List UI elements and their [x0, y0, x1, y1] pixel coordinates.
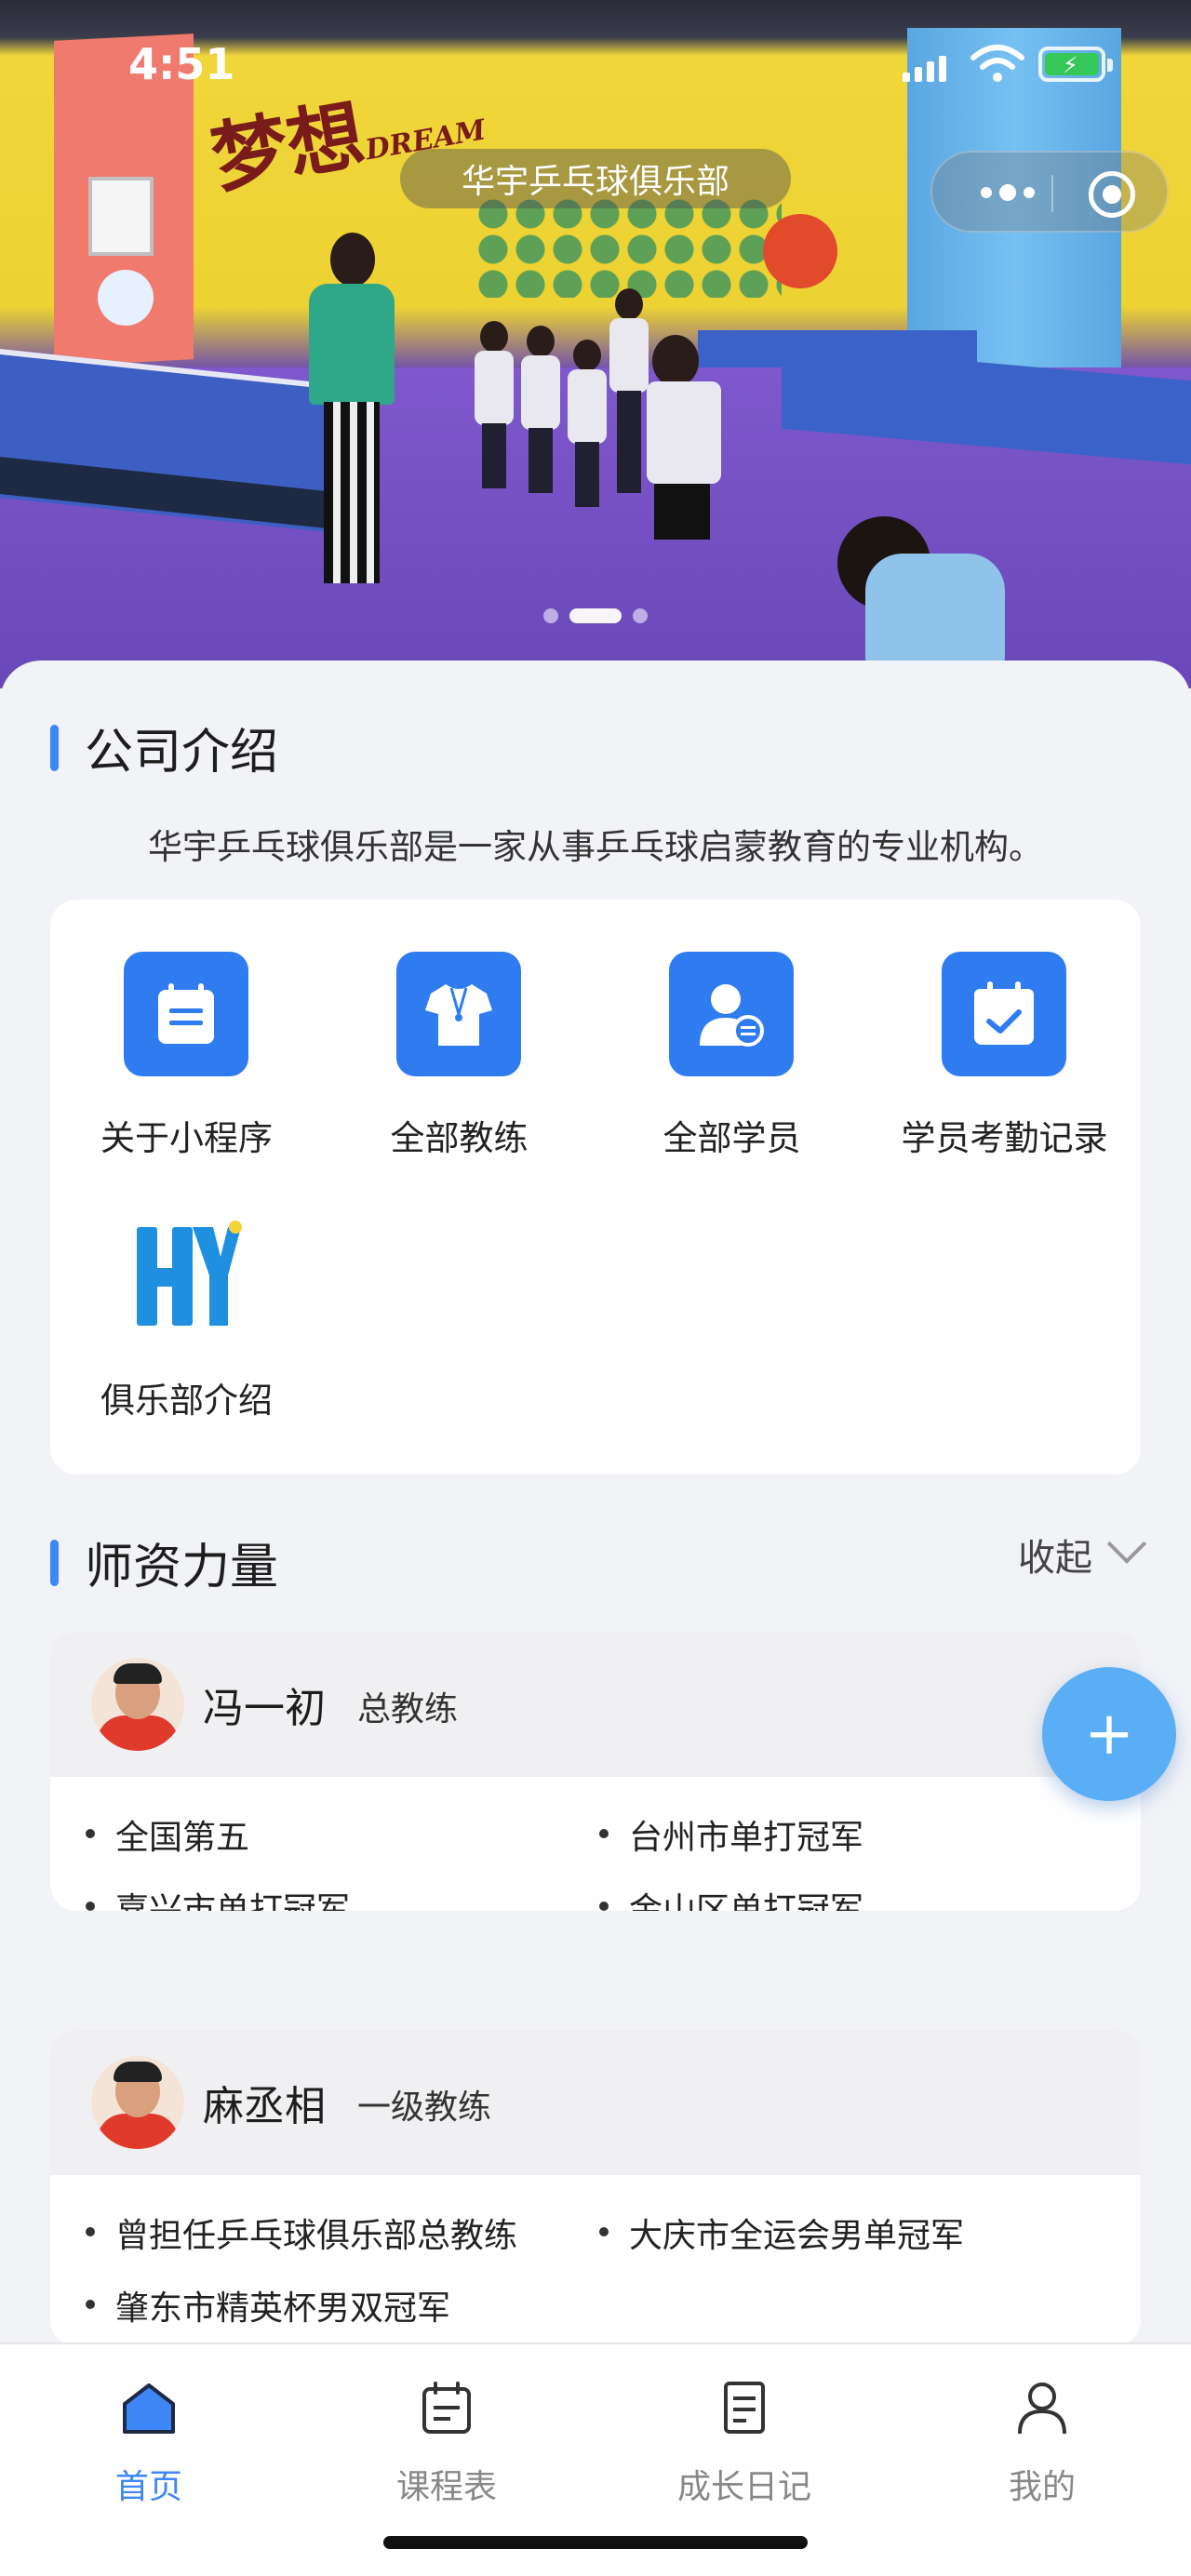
- add-button[interactable]: +: [1042, 1667, 1176, 1801]
- diary-icon: [724, 2382, 765, 2434]
- battery-icon: ⚡: [1038, 47, 1113, 82]
- honor-item: 全国第五: [76, 1810, 249, 1859]
- section-accent-bar: [50, 724, 59, 771]
- home-icon: [123, 2383, 175, 2434]
- banner-wall-tree: [98, 270, 154, 326]
- tab-label: 课程表: [395, 2468, 497, 2506]
- company-intro: 华宇乒乓球俱乐部是一家从事乒乓球启蒙教育的专业机构。: [148, 827, 1043, 867]
- banner-kid: [609, 288, 649, 502]
- calendar-check-icon: [942, 952, 1066, 1076]
- cellular-signal-icon: [903, 54, 946, 82]
- jersey-icon: [396, 952, 521, 1076]
- menu-item-label: 全部学员: [662, 1118, 801, 1158]
- collapse-label: 收起: [1018, 1537, 1092, 1580]
- page-title: 华宇乒乓球俱乐部: [400, 149, 791, 208]
- banner-paddle-decor: [763, 214, 837, 288]
- section-accent-bar: [50, 1539, 59, 1586]
- menu-item-label: 全部教练: [390, 1118, 529, 1158]
- collapse-toggle[interactable]: 收起: [1018, 1524, 1147, 1582]
- section-header-coaches: 师资力量: [50, 1528, 278, 1597]
- coach-honor-list: 全国第五 台州市单打冠军 嘉兴市单打冠军 金山区单打冠军: [50, 1777, 1141, 1911]
- menu-item-students[interactable]: 全部学员: [596, 900, 868, 1158]
- more-icon[interactable]: [966, 153, 1050, 233]
- tab-schedule[interactable]: 课程表: [298, 2361, 596, 2510]
- coach-role: 总教练: [357, 1690, 459, 1728]
- section-title: 公司介绍: [85, 725, 279, 781]
- tab-label: 我的: [1008, 2468, 1076, 2506]
- profile-icon: [1018, 2382, 1066, 2435]
- honor-item: 大庆市全运会男单冠军: [590, 2209, 964, 2257]
- coach-name: 麻丞相: [203, 2083, 326, 2130]
- chevron-down-icon: [1106, 1524, 1147, 1564]
- avatar: [91, 2056, 184, 2149]
- club-logo-icon: [137, 1221, 242, 1326]
- banner-kid: [521, 326, 560, 493]
- coach-name: 冯一初: [203, 1685, 326, 1732]
- coach-role: 一级教练: [357, 2089, 492, 2127]
- banner-kid: [568, 340, 607, 507]
- honor-item: 肇东市精英杯男双冠军: [76, 2281, 450, 2329]
- banner-kid: [647, 335, 721, 642]
- tab-profile[interactable]: 我的: [893, 2361, 1191, 2510]
- carousel-dot-active[interactable]: [569, 608, 622, 623]
- miniprogram-capsule[interactable]: [930, 151, 1169, 233]
- coach-card-header: 冯一初 总教练: [50, 1632, 1141, 1777]
- carousel-dot[interactable]: [633, 608, 648, 623]
- honor-item: 嘉兴市单打冠军: [76, 1883, 350, 1911]
- banner-hex-wall: [475, 195, 782, 298]
- coach-card[interactable]: 冯一初 总教练 全国第五 台州市单打冠军 嘉兴市单打冠军 金山区单打冠军: [50, 1632, 1141, 1911]
- menu-item-coaches[interactable]: 全部教练: [323, 900, 596, 1158]
- capsule-divider: [1051, 175, 1053, 212]
- carousel-dot[interactable]: [543, 608, 558, 623]
- banner-wall-frame: [88, 177, 154, 256]
- status-bar: 4:51 ⚡: [0, 0, 1191, 130]
- coach-card[interactable]: 麻丞相 一级教练 曾担任乒乓球俱乐部总教练 大庆市全运会男单冠军 肇东市精英杯男…: [50, 2030, 1141, 2344]
- menu-item-about[interactable]: 关于小程序: [50, 900, 323, 1158]
- menu-item-label: 关于小程序: [100, 1118, 273, 1158]
- carousel-dots[interactable]: [0, 608, 1191, 623]
- main-content: 公司介绍 华宇乒乓球俱乐部是一家从事乒乓球启蒙教育的专业机构。 关于小程序 全部…: [0, 661, 1191, 2344]
- honor-item: 台州市单打冠军: [590, 1810, 863, 1859]
- banner-kid: [475, 321, 514, 488]
- coach-honor-list: 曾担任乒乓球俱乐部总教练 大庆市全运会男单冠军 肇东市精英杯男双冠军: [50, 2175, 1141, 2328]
- menu-item-label: 俱乐部介绍: [100, 1381, 273, 1421]
- honor-item: 曾担任乒乓球俱乐部总教练: [76, 2209, 517, 2257]
- coach-card-header: 麻丞相 一级教练: [50, 2030, 1141, 2175]
- tab-diary[interactable]: 成长日记: [596, 2361, 893, 2510]
- section-header-company: 公司介绍: [50, 713, 278, 782]
- status-time: 4:51: [128, 39, 235, 89]
- tab-home[interactable]: 首页: [0, 2361, 298, 2510]
- banner-coach: [307, 233, 395, 586]
- wifi-icon: [970, 45, 1024, 82]
- schedule-icon: [422, 2382, 471, 2434]
- menu-grid: 关于小程序 全部教练 全部学员 学员考勤记录 俱乐部介绍: [50, 900, 1141, 1475]
- student-icon: [669, 952, 794, 1076]
- calendar-list-icon: [124, 952, 248, 1076]
- close-miniprogram-icon[interactable]: [1089, 171, 1135, 218]
- menu-item-club-intro[interactable]: 俱乐部介绍: [50, 1162, 323, 1421]
- menu-item-attendance[interactable]: 学员考勤记录: [868, 900, 1141, 1158]
- home-indicator[interactable]: [383, 2536, 808, 2549]
- tab-label: 首页: [114, 2468, 182, 2506]
- avatar: [91, 1658, 184, 1751]
- section-title: 师资力量: [85, 1540, 279, 1595]
- tab-label: 成长日记: [676, 2468, 811, 2506]
- menu-item-label: 学员考勤记录: [901, 1118, 1108, 1158]
- honor-item: 金山区单打冠军: [590, 1883, 863, 1911]
